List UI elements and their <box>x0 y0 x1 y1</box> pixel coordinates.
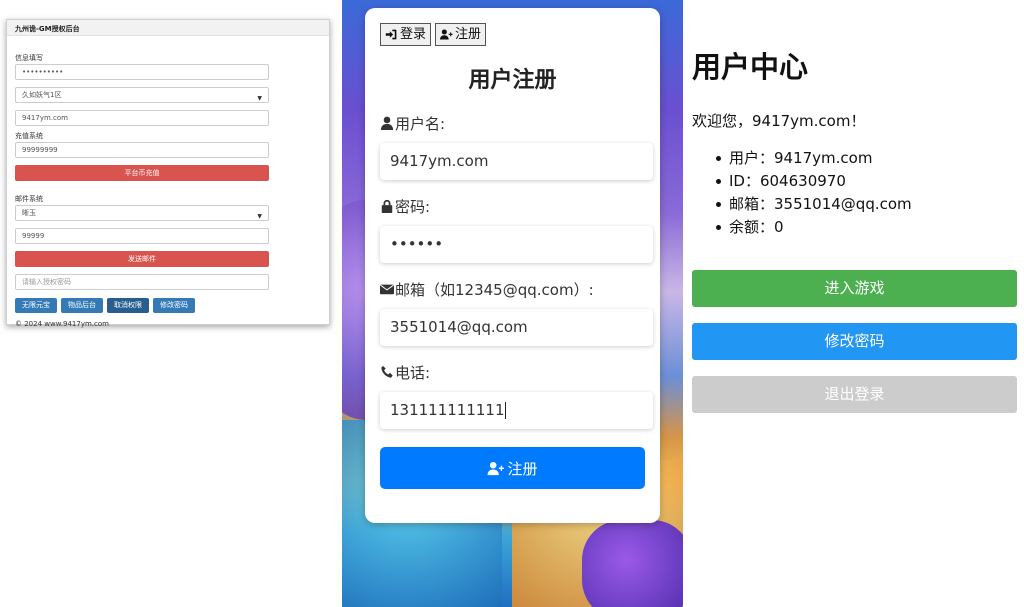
item-backend-button[interactable]: 物品后台 <box>61 298 103 313</box>
server-select[interactable]: 久如妖气1区 ▼ <box>15 87 269 103</box>
list-item: ID：604630970 <box>716 170 1018 193</box>
list-item: 邮箱：3551014@qq.com <box>716 193 1018 216</box>
username-input[interactable]: 9417ym.com <box>380 143 653 180</box>
user-center-title: 用户中心 <box>692 50 809 84</box>
recharge-button[interactable]: 平台币充值 <box>15 165 269 181</box>
chevron-down-icon: ▼ <box>257 95 262 102</box>
mail-quantity-input[interactable]: 99999 <box>15 228 269 244</box>
gm-password-input[interactable]: •••••••••• <box>15 64 269 80</box>
welcome-message: 欢迎您，9417ym.com！ <box>692 112 866 130</box>
phone-input-value: 131111111111 <box>390 401 505 419</box>
logout-button[interactable]: 退出登录 <box>692 376 1017 413</box>
tab-login-label: 登录 <box>400 27 427 42</box>
cancel-permission-button[interactable]: 取消权限 <box>107 298 149 313</box>
enter-game-button[interactable]: 进入游戏 <box>692 270 1017 307</box>
unlimited-ingot-button[interactable]: 无限元宝 <box>15 298 57 313</box>
phone-input[interactable]: 131111111111 <box>380 392 653 429</box>
mail-item-value: 晰玉 <box>22 209 36 217</box>
email-input[interactable]: 3551014@qq.com <box>380 309 653 346</box>
send-mail-button[interactable]: 发送邮件 <box>15 251 269 267</box>
user-plus-icon <box>440 29 453 40</box>
chevron-down-icon: ▼ <box>257 213 262 220</box>
tab-login[interactable]: 登录 <box>380 23 432 46</box>
gm-change-password-button[interactable]: 修改密码 <box>153 298 195 313</box>
phone-label: 电话: <box>380 362 645 382</box>
lock-icon <box>381 199 393 213</box>
gm-admin-panel: 九州诡-GM授权后台 信息填写 •••••••••• 久如妖气1区 ▼ 9417… <box>6 19 330 328</box>
server-select-value: 久如妖气1区 <box>22 91 62 99</box>
mail-section-label: 邮件系统 <box>15 195 43 203</box>
background-art <box>582 520 683 607</box>
text-cursor <box>504 402 506 419</box>
register-card: 登录 注册 用户注册 用户名: 9417ym.com 密码: •••••• 邮箱… <box>365 8 660 523</box>
user-center: 用户中心 欢迎您，9417ym.com！ 用户：9417ym.com ID：60… <box>692 0 1018 413</box>
account-input[interactable]: 9417ym.com <box>15 110 269 126</box>
gm-footer: © 2024 www.9417ym.com <box>15 320 109 328</box>
auth-password-input[interactable]: 请输入授权密码 <box>15 274 269 290</box>
tab-register-label: 注册 <box>455 27 482 42</box>
list-item: 用户：9417ym.com <box>716 147 1018 170</box>
gm-action-buttons: 无限元宝 物品后台 取消权限 修改密码 <box>15 298 321 313</box>
password-input[interactable]: •••••• <box>380 226 653 263</box>
change-password-button[interactable]: 修改密码 <box>692 323 1017 360</box>
register-submit-button[interactable]: 注册 <box>380 447 645 489</box>
mail-item-select[interactable]: 晰玉 ▼ <box>15 205 269 221</box>
recharge-section-label: 充值系统 <box>15 132 43 140</box>
recharge-amount-input[interactable]: 99999999 <box>15 142 269 158</box>
password-label: 密码: <box>380 196 645 216</box>
envelope-icon <box>380 284 394 295</box>
page-title: 用户注册 <box>468 68 557 93</box>
email-label: 邮箱（如12345@qq.com）: <box>380 279 645 299</box>
game-background: 登录 注册 用户注册 用户名: 9417ym.com 密码: •••••• 邮箱… <box>342 0 683 607</box>
phone-icon <box>381 365 393 378</box>
gm-panel-title: 九州诡-GM授权后台 <box>7 20 329 36</box>
info-section-label: 信息填写 <box>15 54 43 62</box>
tab-register[interactable]: 注册 <box>435 23 487 46</box>
sign-in-icon <box>385 29 397 40</box>
user-icon <box>380 116 394 130</box>
username-label: 用户名: <box>380 113 645 133</box>
auth-tabs: 登录 注册 <box>380 23 645 46</box>
user-plus-icon <box>488 461 505 475</box>
user-info-list: 用户：9417ym.com ID：604630970 邮箱：3551014@qq… <box>692 147 1018 239</box>
list-item: 余额：0 <box>716 216 1018 239</box>
register-submit-label: 注册 <box>507 459 538 478</box>
